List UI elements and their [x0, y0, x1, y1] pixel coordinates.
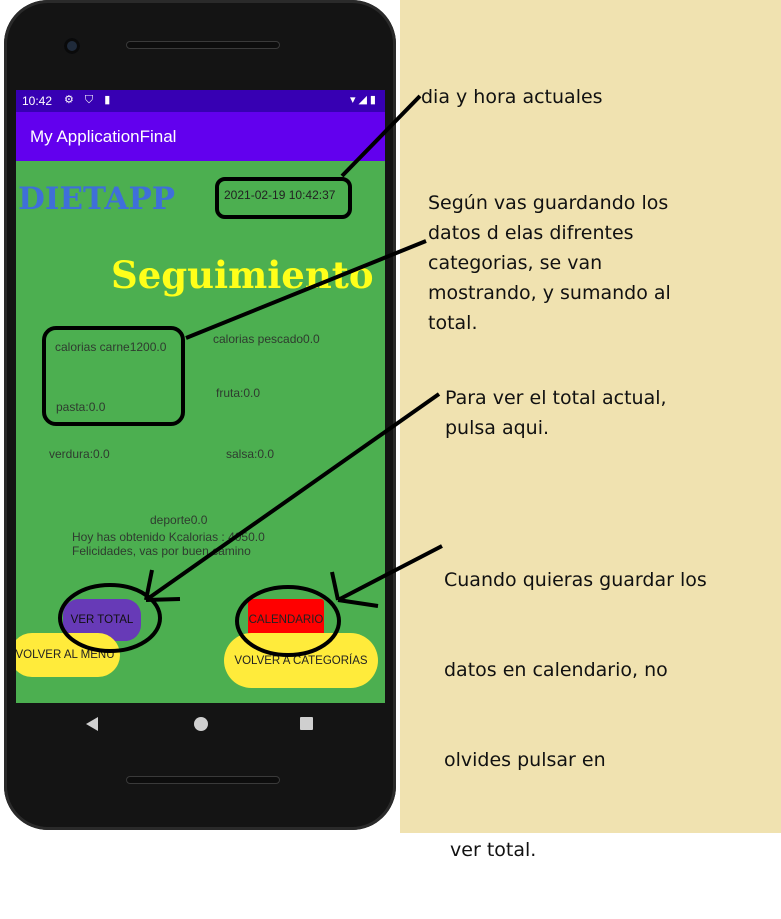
total-kcal-text: Hoy has obtenido Kcalorias : 4050.0	[72, 530, 265, 544]
annotation-line: ver total.	[444, 839, 537, 861]
verdura-calories: verdura:0.0	[49, 447, 110, 461]
annotation-line: datos d elas difrentes	[428, 222, 634, 244]
app-title: My ApplicationFinal	[30, 127, 177, 146]
home-icon[interactable]	[194, 717, 208, 731]
congrats-text: Felicidades, vas por buen camino	[72, 544, 251, 558]
status-right-icons: ▾◢▮	[349, 94, 379, 106]
status-time: 10:42	[22, 94, 53, 108]
deporte-calories: deporte0.0	[150, 513, 208, 527]
carne-calories: calorias carne1200.0	[55, 340, 167, 354]
app-logo: DIETAPP	[18, 181, 176, 217]
total-message: Hoy has obtenido Kcalorias : 4050.0 Feli…	[72, 530, 265, 558]
annotation-line: Según vas guardando los	[428, 192, 669, 214]
status-left-icons: ⚙ ⛉ ▮	[64, 94, 115, 106]
app-screen: DIETAPP 2021-02-19 10:42:37 Seguimiento …	[16, 161, 385, 703]
annotation-datetime: dia y hora actuales	[421, 86, 603, 108]
recents-icon[interactable]	[300, 717, 313, 730]
volver-categorias-button[interactable]: VOLVER A CATEGORÍAS	[224, 633, 378, 688]
annotation-calendar: Cuando quieras guardar los datos en cale…	[444, 505, 707, 895]
annotation-line: pulsa aqui.	[445, 417, 550, 439]
current-datetime: 2021-02-19 10:42:37	[224, 188, 336, 202]
annotation-line: datos en calendario, no	[444, 659, 668, 681]
annotation-categories: Según vas guardando los datos d elas dif…	[428, 188, 671, 338]
salsa-calories: salsa:0.0	[226, 447, 275, 461]
annotation-total: Para ver el total actual, pulsa aqui.	[445, 383, 667, 443]
pasta-calories: pasta:0.0	[56, 400, 106, 414]
annotation-line: olvides pulsar en	[444, 749, 606, 771]
bottom-speaker	[126, 776, 280, 784]
fruta-calories: fruta:0.0	[216, 386, 261, 400]
pescado-calories: calorias pescado0.0	[213, 332, 320, 346]
annotation-line: mostrando, y sumando al	[428, 282, 671, 304]
camera-icon	[64, 38, 80, 54]
annotation-line: total.	[428, 312, 478, 334]
app-bar: My ApplicationFinal	[16, 112, 385, 161]
volver-menu-button[interactable]: VOLVER AL MENU	[16, 633, 120, 677]
annotation-line: categorias, se van	[428, 252, 603, 274]
annotation-line: Para ver el total actual,	[445, 387, 667, 409]
nav-bar	[16, 703, 385, 745]
status-bar: 10:42 ⚙ ⛉ ▮ ▾◢▮	[16, 90, 385, 112]
page-title: Seguimiento	[111, 253, 374, 297]
annotation-line: Cuando quieras guardar los	[444, 569, 707, 591]
back-icon[interactable]	[86, 717, 98, 731]
top-speaker	[126, 41, 280, 49]
